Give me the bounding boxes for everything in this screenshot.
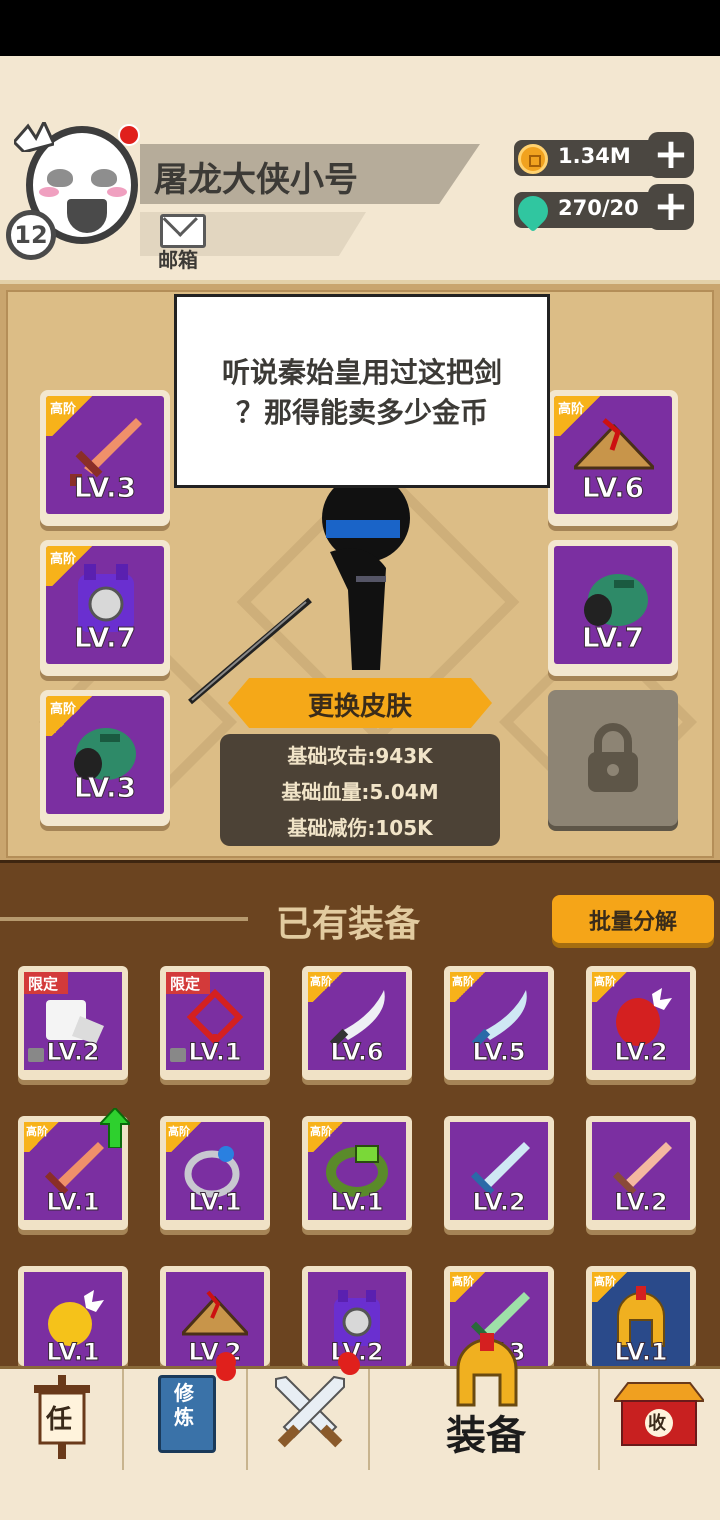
- system-nav-bar: [0, 1470, 720, 1520]
- crossed-swords-icon: [275, 1375, 345, 1448]
- stat-defense: 基础减伤:105K: [287, 816, 433, 840]
- gold-currency: 1.34M +: [514, 132, 694, 178]
- rarity-tag: 高阶: [50, 552, 77, 567]
- title-divider: [0, 917, 248, 921]
- notification-dot: [118, 124, 140, 146]
- add-gem-button[interactable]: +: [648, 184, 694, 230]
- inventory-item[interactable]: 高阶 LV.6: [302, 966, 412, 1080]
- item-level: LV.1: [188, 1188, 242, 1217]
- item-level: LV.1: [46, 1338, 100, 1367]
- locked-slot[interactable]: [548, 690, 678, 826]
- tab-equipment[interactable]: 装备: [370, 1333, 600, 1473]
- inventory-item[interactable]: 限定 LV.1: [160, 966, 270, 1080]
- item-level: LV.2: [472, 1188, 526, 1217]
- equip-slot-bracer[interactable]: 高阶 LV.3: [40, 690, 170, 826]
- inventory-item[interactable]: 高阶 LV.5: [444, 966, 554, 1080]
- rarity-tag: 高阶: [558, 402, 585, 417]
- speech-line: ？那得能卖多少金币: [235, 396, 488, 429]
- player-level-badge: 12: [6, 210, 56, 260]
- hero-character: [188, 480, 410, 705]
- speech-bubble: 听说秦始皇用过这把剑 ？那得能卖多少金币: [174, 294, 550, 488]
- inventory-item[interactable]: 高阶 LV.1: [586, 1266, 696, 1366]
- inventory-item[interactable]: LV.2: [444, 1116, 554, 1230]
- padlock-icon: [588, 723, 638, 792]
- equip-slot-armor[interactable]: 高阶 LV.7: [40, 540, 170, 676]
- equip-slot-hat[interactable]: 高阶 LV.6: [548, 390, 678, 526]
- rarity-tag: 高阶: [452, 1275, 474, 1288]
- tab-cultivate[interactable]: 修炼: [124, 1361, 248, 1473]
- notification-dot: [216, 1361, 236, 1381]
- rarity-tag: 高阶: [50, 402, 77, 417]
- mail-icon[interactable]: [160, 214, 206, 248]
- avatar[interactable]: 12: [6, 122, 144, 260]
- item-level: LV.7: [581, 621, 645, 655]
- rarity-tag: 高阶: [310, 1125, 332, 1138]
- item-level: LV.3: [73, 771, 137, 805]
- change-skin-label: 更换皮肤: [307, 692, 412, 722]
- player-name-plate: 屠龙大侠小号: [140, 144, 480, 204]
- rarity-tag: 高阶: [310, 975, 332, 988]
- item-level: LV.1: [46, 1188, 100, 1217]
- limited-tag: 限定: [170, 975, 201, 993]
- stat-attack: 基础攻击:943K: [287, 744, 433, 768]
- tab-shop[interactable]: 收: [600, 1369, 720, 1473]
- item-level: LV.1: [614, 1338, 668, 1367]
- inventory-item[interactable]: LV.2: [160, 1266, 270, 1366]
- inventory-item[interactable]: LV.1: [18, 1266, 128, 1366]
- tab-shop-label: 收: [648, 1413, 666, 1434]
- equip-slot-weapon[interactable]: 高阶 LV.3: [40, 390, 170, 526]
- gold-value: 1.34M: [558, 144, 631, 168]
- item-level: LV.2: [614, 1038, 668, 1067]
- gem-currency: 270/20 +: [511, 184, 694, 233]
- limited-tag: 限定: [28, 975, 59, 993]
- rarity-tag: 高阶: [452, 975, 474, 988]
- inventory-item[interactable]: 高阶 LV.1: [160, 1116, 270, 1230]
- rarity-tag: 高阶: [50, 702, 77, 717]
- base-stats-panel: 基础攻击:943K 基础血量:5.04M 基础减伤:105K: [220, 734, 500, 846]
- batch-decompose-label: 批量分解: [588, 910, 677, 935]
- rarity-tag: 高阶: [594, 1275, 616, 1288]
- inventory-item[interactable]: LV.2: [586, 1116, 696, 1230]
- tab-equipment-label: 装备: [446, 1413, 526, 1459]
- item-level: LV.6: [581, 471, 645, 505]
- hair-icon: [14, 122, 54, 152]
- inventory-item[interactable]: 限定 LV.2: [18, 966, 128, 1080]
- item-level: LV.1: [188, 1038, 242, 1067]
- tab-battle[interactable]: [248, 1355, 370, 1473]
- status-bar: [0, 0, 720, 56]
- item-level: LV.6: [330, 1038, 384, 1067]
- item-level: LV.2: [614, 1188, 668, 1217]
- item-level: LV.3: [73, 471, 137, 505]
- item-level: LV.5: [472, 1038, 526, 1067]
- inventory-item[interactable]: LV.2: [302, 1266, 412, 1366]
- rarity-tag: 高阶: [594, 975, 616, 988]
- coin-icon: [518, 144, 548, 174]
- inventory-item[interactable]: 高阶 LV.1: [302, 1116, 412, 1230]
- bottom-nav: 任 修炼 装备 收: [0, 1333, 720, 1473]
- inventory-item[interactable]: 高阶 LV.2: [586, 966, 696, 1080]
- tab-cultivate-label: 修炼: [174, 1381, 194, 1429]
- mail-label[interactable]: 邮箱: [158, 244, 198, 273]
- stat-hp: 基础血量:5.04M: [281, 780, 439, 804]
- item-level: LV.2: [188, 1338, 242, 1367]
- tab-tasks[interactable]: 任: [0, 1369, 124, 1473]
- inventory-title: 已有装备: [276, 904, 421, 945]
- rarity-tag: 高阶: [26, 1125, 48, 1138]
- equip-slot-glove[interactable]: LV.7: [548, 540, 678, 676]
- item-level: LV.2: [46, 1038, 100, 1067]
- add-gold-button[interactable]: +: [648, 132, 694, 178]
- item-level: LV.1: [330, 1188, 384, 1217]
- batch-decompose-button[interactable]: 批量分解: [552, 895, 714, 943]
- change-skin-button[interactable]: 更换皮肤: [228, 678, 492, 728]
- speech-line: 听说秦始皇用过这把剑: [221, 356, 502, 389]
- rarity-tag: 高阶: [168, 1125, 190, 1138]
- notification-dot: [340, 1355, 360, 1375]
- gem-value: 270/20: [558, 196, 639, 220]
- upgrade-arrow-icon: [100, 1108, 130, 1148]
- player-header: 12 屠龙大侠小号 邮箱 1.34M + 270/20 +: [0, 56, 720, 280]
- player-name: 屠龙大侠小号: [154, 160, 358, 200]
- helmet-icon: [456, 1333, 518, 1407]
- item-level: LV.7: [73, 621, 137, 655]
- tab-tasks-label: 任: [46, 1405, 73, 1435]
